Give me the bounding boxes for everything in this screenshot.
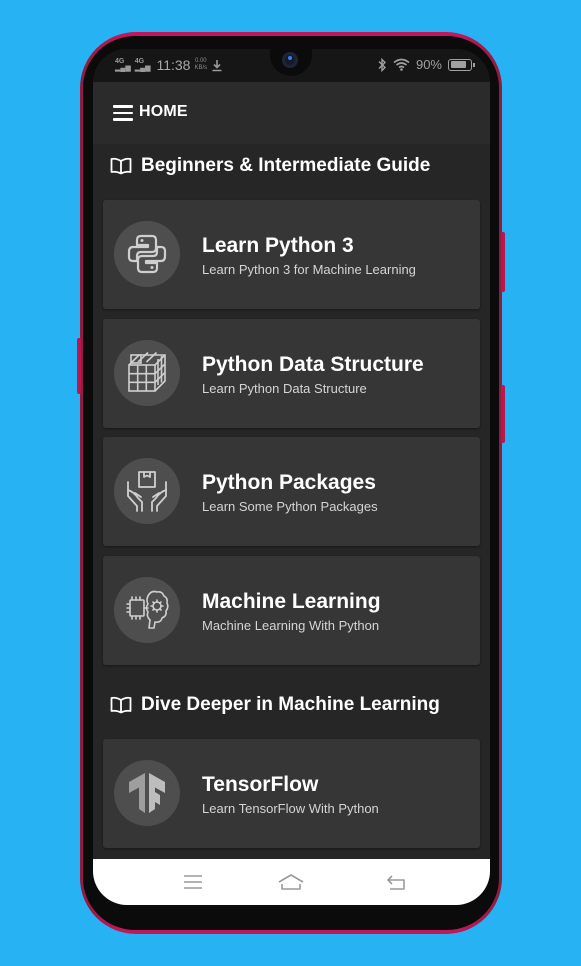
card-title: Learn Python 3 bbox=[202, 234, 354, 257]
recent-apps-button[interactable] bbox=[180, 869, 206, 895]
back-button[interactable] bbox=[383, 869, 409, 895]
book-icon bbox=[110, 157, 132, 175]
card-icon-circle bbox=[114, 760, 180, 826]
card-title: TensorFlow bbox=[202, 773, 319, 796]
battery-icon bbox=[448, 58, 475, 71]
section-header-beginners: Beginners & Intermediate Guide bbox=[110, 155, 430, 177]
card-subtitle: Learn Python 3 for Machine Learning bbox=[202, 262, 416, 277]
status-left: 4G ▂▄▆ 4G ▂▄▆ 11:38 0.00 KB/s bbox=[115, 57, 223, 73]
brain-chip-icon bbox=[126, 590, 169, 629]
section-title: Beginners & Intermediate Guide bbox=[141, 155, 431, 176]
card-learn-python[interactable]: Learn Python 3 Learn Python 3 for Machin… bbox=[103, 200, 480, 309]
menu-lines-icon bbox=[184, 875, 202, 889]
status-right: 90% bbox=[377, 57, 475, 72]
bluetooth-icon bbox=[378, 57, 386, 72]
section-title: Dive Deeper in Machine Learning bbox=[141, 694, 440, 715]
page-title: HOME bbox=[139, 103, 188, 120]
menu-icon[interactable] bbox=[113, 105, 133, 121]
section-header-dive-deeper: Dive Deeper in Machine Learning bbox=[110, 694, 440, 716]
python-icon bbox=[127, 234, 167, 274]
card-icon-circle bbox=[114, 458, 180, 524]
card-icon-circle bbox=[114, 221, 180, 287]
network-indicator-2: 4G ▂▄▆ bbox=[134, 58, 151, 72]
camera-notch bbox=[270, 49, 312, 76]
card-subtitle: Learn TensorFlow With Python bbox=[202, 801, 379, 816]
system-nav-bar bbox=[93, 859, 490, 905]
card-title: Machine Learning bbox=[202, 590, 381, 613]
card-python-data-structure[interactable]: Python Data Structure Learn Python Data … bbox=[103, 319, 480, 428]
book-icon bbox=[110, 696, 132, 714]
home-button[interactable] bbox=[278, 869, 304, 895]
power-button bbox=[501, 232, 505, 292]
app-bar: HOME bbox=[93, 82, 490, 144]
side-button bbox=[501, 385, 505, 443]
home-icon bbox=[278, 874, 304, 890]
card-tensorflow[interactable]: TensorFlow Learn TensorFlow With Python bbox=[103, 739, 480, 848]
cube-grid-icon bbox=[128, 351, 166, 392]
card-title: Python Packages bbox=[202, 471, 376, 494]
battery-fill bbox=[450, 61, 466, 68]
card-subtitle: Learn Python Data Structure bbox=[202, 381, 367, 396]
battery-percent: 90% bbox=[415, 57, 442, 72]
wifi-icon bbox=[393, 58, 410, 71]
card-icon-circle bbox=[114, 577, 180, 643]
card-title: Python Data Structure bbox=[202, 353, 424, 376]
status-bar: 4G ▂▄▆ 4G ▂▄▆ 11:38 0.00 KB/s 90% bbox=[93, 49, 490, 82]
download-icon bbox=[212, 59, 222, 71]
status-time: 11:38 bbox=[156, 57, 191, 73]
card-subtitle: Machine Learning With Python bbox=[202, 618, 380, 633]
front-camera bbox=[282, 52, 298, 68]
card-machine-learning[interactable]: Machine Learning Machine Learning With P… bbox=[103, 556, 480, 665]
tensorflow-icon bbox=[129, 773, 165, 813]
package-hands-icon bbox=[127, 471, 167, 512]
volume-button bbox=[77, 338, 81, 394]
back-icon bbox=[387, 875, 405, 890]
card-icon-circle bbox=[114, 340, 180, 406]
card-python-packages[interactable]: Python Packages Learn Some Python Packag… bbox=[103, 437, 480, 546]
network-indicator-1: 4G ▂▄▆ bbox=[115, 58, 131, 72]
phone-screen: 4G ▂▄▆ 4G ▂▄▆ 11:38 0.00 KB/s 90% HOME B… bbox=[93, 49, 490, 905]
card-subtitle: Learn Some Python Packages bbox=[202, 499, 378, 514]
network-speed: 0.00 KB/s bbox=[194, 58, 208, 71]
